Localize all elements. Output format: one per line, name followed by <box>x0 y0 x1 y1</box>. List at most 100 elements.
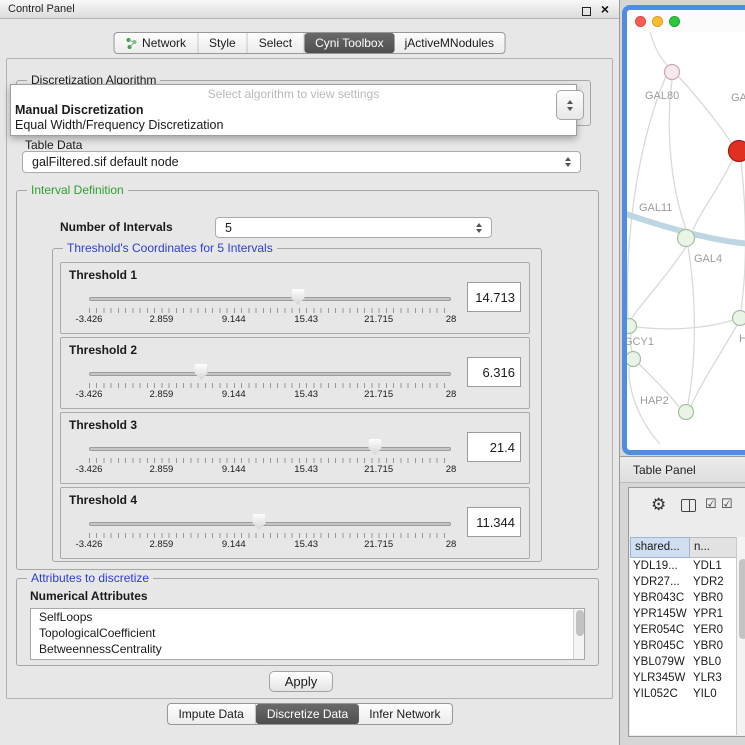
list-item[interactable]: SelfLoops <box>31 609 584 625</box>
control-panel: Control Panel × Network Style Select Cyn… <box>0 0 620 745</box>
slider-thumb[interactable] <box>291 289 304 305</box>
down-arrow-icon <box>567 107 573 111</box>
cell: YER054C <box>630 622 690 638</box>
table-row[interactable]: YBR043CYBR0 <box>630 590 736 606</box>
slider-ticks <box>89 308 451 313</box>
slider-thumb[interactable] <box>195 364 208 380</box>
column-header-shared-name[interactable]: shared... <box>630 537 690 558</box>
scale-label: -3.426 <box>76 314 103 325</box>
apply-button[interactable]: Apply <box>269 671 333 692</box>
tab-jactivemnodules[interactable]: jActiveMNodules <box>394 33 505 53</box>
threshold-3-slider[interactable] <box>89 437 451 457</box>
list-scrollbar[interactable] <box>573 609 584 659</box>
threshold-1-value-field[interactable]: 14.713 <box>467 282 521 312</box>
scrollbar-thumb[interactable] <box>739 559 745 639</box>
cell: YBR043C <box>630 590 690 606</box>
threshold-4-slider[interactable] <box>89 512 451 532</box>
node[interactable] <box>627 352 641 367</box>
threshold-4-value-field[interactable]: 11.344 <box>467 507 521 537</box>
table-scrollbar[interactable] <box>736 537 745 735</box>
cell: YIL0 <box>690 686 736 702</box>
close-icon[interactable]: × <box>601 2 609 17</box>
float-window-icon[interactable] <box>582 7 591 16</box>
threshold-4-panel: Threshold 4 -3.426 2.859 9.144 15.43 21.… <box>60 487 530 559</box>
gear-icon[interactable]: ⚙ <box>651 495 666 515</box>
attributes-listbox: SelfLoops TopologicalCoefficient Between… <box>30 608 585 660</box>
node[interactable] <box>733 311 745 326</box>
table-panel-title: Table Panel <box>633 463 696 477</box>
tab-infer-network[interactable]: Infer Network <box>358 704 451 724</box>
threshold-2-label: Threshold 2 <box>69 343 137 357</box>
table-row[interactable]: YER054CYER0 <box>630 622 736 638</box>
algorithm-combobox-stepper[interactable] <box>556 90 584 120</box>
cell: YBL079W <box>630 654 690 670</box>
node-label-gal4: GAL4 <box>694 253 722 265</box>
table-data-combobox[interactable]: galFiltered.sif default node <box>22 151 581 173</box>
slider-scale: -3.426 2.859 9.144 15.43 21.715 28 <box>89 389 451 400</box>
scale-label: 28 <box>446 314 457 325</box>
scale-label: 21.715 <box>364 464 393 475</box>
table-body: YDL19...YDL1 YDR27...YDR2 YBR043CYBR0 YP… <box>630 558 736 735</box>
combo-arrows-icon <box>565 157 571 167</box>
up-arrow-icon <box>567 100 573 104</box>
tab-network-label: Network <box>142 36 186 50</box>
minimize-traffic-light[interactable] <box>652 16 663 27</box>
table-row[interactable]: YBR045CYBR0 <box>630 638 736 654</box>
threshold-2-value-field[interactable]: 6.316 <box>467 357 521 387</box>
node-gal80[interactable] <box>665 65 680 80</box>
cell: YPR145W <box>630 606 690 622</box>
cell: YBR0 <box>690 590 736 606</box>
columns-icon[interactable] <box>681 499 696 512</box>
scale-label: 9.144 <box>222 389 246 400</box>
table-row[interactable]: YIL052CYIL0 <box>630 686 736 702</box>
tab-cyni-toolbox[interactable]: Cyni Toolbox <box>304 33 394 53</box>
number-of-intervals-combobox[interactable]: 5 <box>215 217 492 238</box>
threshold-1-slider[interactable] <box>89 287 451 307</box>
threshold-3-value-field[interactable]: 21.4 <box>467 432 521 462</box>
tab-select[interactable]: Select <box>248 33 304 53</box>
cell: YBL0 <box>690 654 736 670</box>
tab-discretize-data[interactable]: Discretize Data <box>256 704 359 724</box>
scale-label: 15.43 <box>294 314 318 325</box>
slider-thumb[interactable] <box>368 439 381 455</box>
node-gal4[interactable] <box>678 230 695 247</box>
threshold-2-slider[interactable] <box>89 362 451 382</box>
tab-style[interactable]: Style <box>198 33 248 53</box>
slider-thumb[interactable] <box>253 514 266 530</box>
scale-label: 21.715 <box>364 539 393 550</box>
cell: YBR0 <box>690 638 736 654</box>
cell: YIL052C <box>630 686 690 702</box>
table-row[interactable]: YPR145WYPR1 <box>630 606 736 622</box>
slider-ticks <box>89 533 451 538</box>
table-row[interactable]: YDL19...YDL1 <box>630 558 736 574</box>
network-graph-canvas[interactable]: GAL80 GA GAL11 GAL4 GCY1 HAP2 H <box>627 32 745 450</box>
table-header-row: shared... n... <box>630 537 745 558</box>
scale-label: 2.859 <box>150 464 174 475</box>
checkbox-icon[interactable]: ☑ <box>705 496 717 512</box>
table-data-label: Table Data <box>25 138 82 152</box>
tab-jactive-label: jActiveMNodules <box>405 36 494 50</box>
thresholds-group-title: Threshold's Coordinates for 5 Intervals <box>63 241 277 255</box>
scale-label: 2.859 <box>150 389 174 400</box>
node-hap2[interactable] <box>679 405 694 420</box>
network-icon <box>125 37 137 49</box>
list-item[interactable]: TopologicalCoefficient <box>31 625 584 641</box>
list-item[interactable]: BetweennessCentrality <box>31 641 584 657</box>
scale-label: 21.715 <box>364 389 393 400</box>
checkbox-icon[interactable]: ☑ <box>721 496 733 512</box>
scrollbar-thumb[interactable] <box>576 610 584 636</box>
zoom-traffic-light[interactable] <box>669 16 680 27</box>
tab-network[interactable]: Network <box>114 33 198 53</box>
close-traffic-light[interactable] <box>635 16 646 27</box>
table-row[interactable]: YBL079WYBL0 <box>630 654 736 670</box>
node-selected-red[interactable] <box>729 141 745 162</box>
table-row[interactable]: YDR27...YDR2 <box>630 574 736 590</box>
algorithm-option-equal-width[interactable]: Equal Width/Frequency Discretization <box>11 117 576 132</box>
scale-label: 15.43 <box>294 464 318 475</box>
node-gcy1[interactable] <box>627 319 637 334</box>
number-of-intervals-value: 5 <box>225 221 232 235</box>
algorithm-option-manual[interactable]: Manual Discretization <box>11 101 576 117</box>
window-title: Control Panel <box>8 3 75 15</box>
tab-impute-data[interactable]: Impute Data <box>167 704 255 724</box>
table-row[interactable]: YLR345WYLR3 <box>630 670 736 686</box>
